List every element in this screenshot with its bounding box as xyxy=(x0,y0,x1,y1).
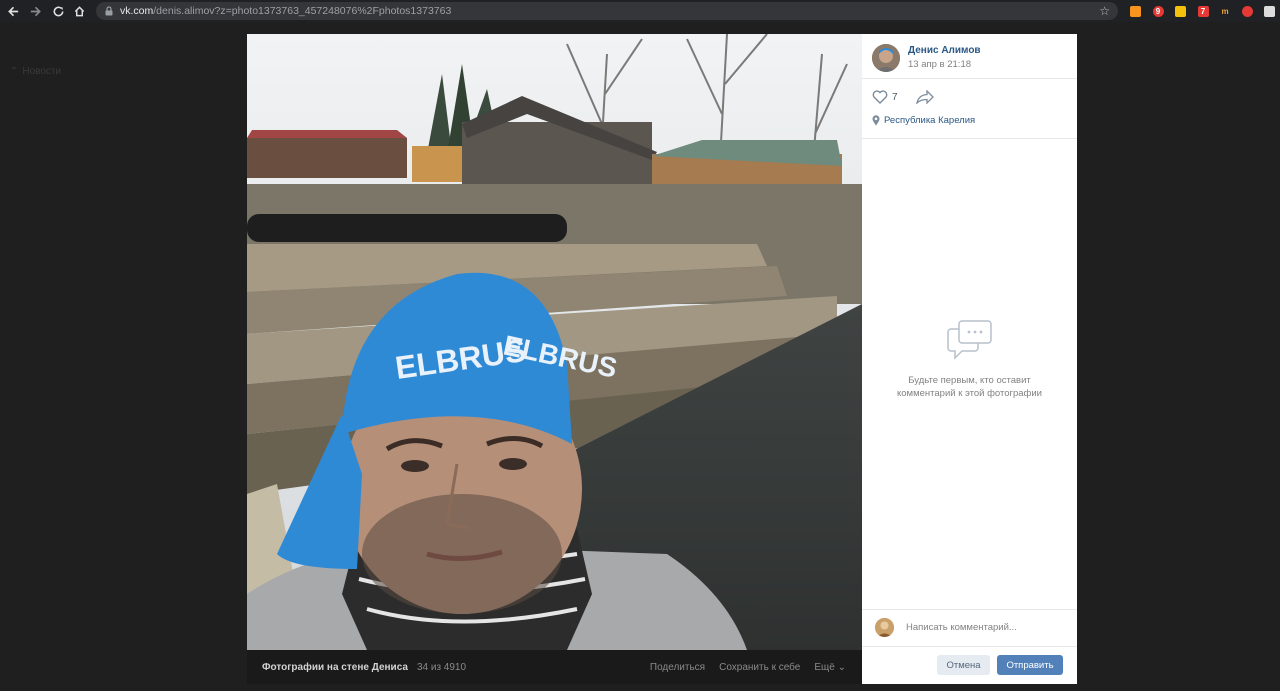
more-button[interactable]: Ещё ⌄ xyxy=(814,662,846,673)
reactions-row: 7 xyxy=(872,90,934,104)
home-icon[interactable] xyxy=(68,0,90,22)
comments-empty-icon xyxy=(946,320,992,360)
comment-buttons: Отмена Отправить xyxy=(937,655,1063,675)
rss-icon[interactable] xyxy=(1127,3,1143,19)
puzzle-icon[interactable] xyxy=(1261,3,1277,19)
download-icon[interactable] xyxy=(1239,3,1255,19)
post-date[interactable]: 13 апр в 21:18 xyxy=(908,59,981,70)
send-button[interactable]: Отправить xyxy=(997,655,1063,675)
comment-input[interactable]: Написать комментарий... xyxy=(906,622,1017,633)
empty-comments-text: комментарий к этой фотографии xyxy=(897,388,1042,399)
heart-icon[interactable] xyxy=(872,90,888,104)
photo-counter: 34 из 4910 xyxy=(416,661,467,673)
location-pin-icon xyxy=(872,115,880,126)
author-name-link[interactable]: Денис Алимов xyxy=(908,45,981,56)
chevron-down-icon: ⌄ xyxy=(837,661,846,673)
lock-icon xyxy=(105,6,113,16)
url-path: /denis.alimov?z=photo1373763_457248076%2… xyxy=(153,5,452,17)
author-avatar[interactable] xyxy=(872,44,900,72)
reload-icon[interactable] xyxy=(47,0,69,22)
post-author: Денис Алимов 13 апр в 21:18 xyxy=(872,44,981,72)
collapse-icon: ⌃ xyxy=(10,66,19,77)
my-avatar xyxy=(875,618,894,637)
divider xyxy=(862,78,1077,79)
cancel-button[interactable]: Отмена xyxy=(937,655,990,675)
save-to-self-button[interactable]: Сохранить к себе xyxy=(719,662,800,673)
photo-actions: Поделиться Сохранить к себе Ещё ⌄ xyxy=(650,650,846,684)
no-comments-placeholder: Будьте первым, кто оставит комментарий к… xyxy=(862,320,1077,400)
photo-bottom-bar: Фотографии на стене Дениса 34 из 4910 По… xyxy=(247,650,862,684)
photo-viewer: ELBRUS ELBRUS Фотографии на стене Дениса… xyxy=(247,34,1077,684)
browser-toolbar: vk.com/denis.alimov?z=photo1373763_45724… xyxy=(0,0,1280,22)
divider xyxy=(862,646,1077,647)
post-location[interactable]: Республика Карелия xyxy=(872,115,975,126)
divider xyxy=(862,138,1077,139)
photo[interactable]: ELBRUS ELBRUS xyxy=(247,34,862,650)
badge-icon[interactable]: 9 xyxy=(1150,3,1166,19)
divider xyxy=(862,609,1077,610)
url-host: vk.com xyxy=(120,5,154,17)
selfie-photo-illustration: ELBRUS ELBRUS xyxy=(247,34,862,650)
photo-side-panel: Денис Алимов 13 апр в 21:18 7 Республика… xyxy=(862,34,1077,684)
share-button[interactable]: Поделиться xyxy=(650,662,705,673)
puzzle-badge-icon[interactable]: 7 xyxy=(1195,3,1211,19)
background-news-link: ⌃ Новости xyxy=(10,66,62,77)
back-icon[interactable] xyxy=(2,0,24,22)
forward-icon[interactable] xyxy=(24,0,46,22)
empty-comments-text: Будьте первым, кто оставит xyxy=(908,375,1031,386)
comment-composer: Написать комментарий... xyxy=(875,618,1017,637)
m-icon[interactable]: m xyxy=(1217,3,1233,19)
like-count: 7 xyxy=(892,91,898,103)
address-bar[interactable]: vk.com/denis.alimov?z=photo1373763_45724… xyxy=(96,2,1118,20)
album-link[interactable]: Фотографии на стене Дениса xyxy=(262,662,408,673)
flag-icon[interactable] xyxy=(1172,3,1188,19)
share-icon[interactable] xyxy=(915,90,934,104)
bookmark-star-icon[interactable]: ☆ xyxy=(1099,4,1110,18)
